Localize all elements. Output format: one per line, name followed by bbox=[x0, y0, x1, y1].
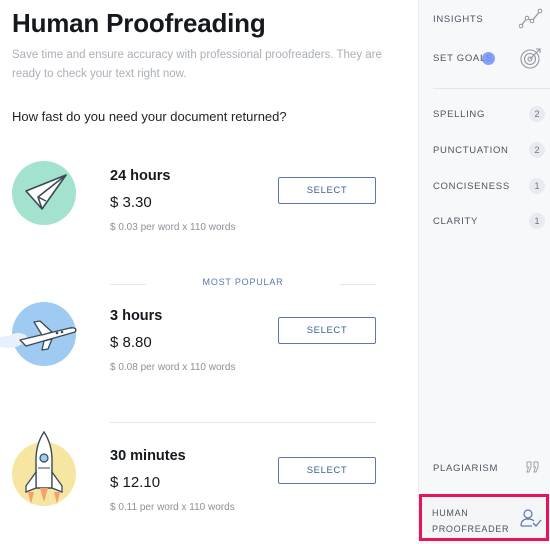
sidebar-item-label: INSIGHTS bbox=[433, 14, 484, 25]
sidebar-divider bbox=[433, 88, 550, 89]
proofreading-panel: Human Proofreading Save time and ensure … bbox=[0, 0, 418, 544]
page-subtitle: Save time and ensure accuracy with profe… bbox=[12, 49, 382, 80]
divider-line-right bbox=[340, 284, 376, 285]
divider bbox=[110, 422, 376, 423]
quote-icon bbox=[526, 461, 539, 473]
paper-plane-icon bbox=[12, 161, 76, 225]
airplane-icon bbox=[0, 302, 77, 366]
option-time: 24 hours bbox=[110, 168, 171, 184]
count-badge: 1 bbox=[529, 178, 545, 194]
option-30-minutes: 30 minutes $ 12.10 $ 0.11 per word x 110… bbox=[0, 430, 418, 544]
sidebar-item-label: CLARITY bbox=[433, 216, 479, 227]
option-rate: $ 0.08 per word x 110 words bbox=[110, 362, 236, 373]
most-popular-divider: MOST POPULAR bbox=[110, 277, 376, 291]
sidebar-item-human-proofreader[interactable]: HUMAN PROOFREADER bbox=[419, 494, 549, 541]
option-time: 30 minutes bbox=[110, 448, 186, 464]
select-3-hours-button[interactable]: SELECT bbox=[278, 317, 376, 344]
rocket-icon bbox=[12, 430, 76, 506]
select-30-minutes-button[interactable]: SELECT bbox=[278, 457, 376, 484]
count-badge: 2 bbox=[529, 142, 545, 158]
sidebar-item-label: PLAGIARISM bbox=[433, 463, 499, 474]
sidebar-item-label: CONCISENESS bbox=[433, 181, 510, 192]
trend-chart-icon bbox=[519, 8, 543, 29]
count-badge: 1 bbox=[529, 213, 545, 229]
label-line-2: PROOFREADER bbox=[432, 524, 510, 534]
label-line-1: HUMAN bbox=[432, 508, 469, 518]
sidebar-item-label: PUNCTUATION bbox=[433, 145, 509, 156]
turnaround-question: How fast do you need your document retur… bbox=[12, 109, 287, 124]
option-price: $ 3.30 bbox=[110, 194, 152, 211]
option-rate: $ 0.03 per word x 110 words bbox=[110, 222, 236, 233]
option-24-hours: 24 hours $ 3.30 $ 0.03 per word x 110 wo… bbox=[0, 161, 418, 278]
target-icon bbox=[520, 48, 541, 69]
notification-dot bbox=[482, 52, 495, 65]
page-title: Human Proofreading bbox=[12, 8, 266, 38]
option-price: $ 12.10 bbox=[110, 474, 161, 491]
option-rate: $ 0.11 per word x 110 words bbox=[110, 502, 235, 513]
sidebar-item-label: SPELLING bbox=[433, 109, 486, 120]
count-badge: 2 bbox=[529, 106, 545, 122]
option-price: $ 8.80 bbox=[110, 334, 152, 351]
option-3-hours: 3 hours $ 8.80 $ 0.08 per word x 110 wor… bbox=[0, 302, 418, 418]
option-time: 3 hours bbox=[110, 308, 163, 324]
select-24-hours-button[interactable]: SELECT bbox=[278, 177, 376, 204]
most-popular-label: MOST POPULAR bbox=[202, 277, 284, 287]
person-check-icon bbox=[520, 509, 542, 527]
sidebar: INSIGHTS SET GOALS SPELLING 2 PUNCTUATIO… bbox=[418, 0, 550, 544]
sidebar-item-label: HUMAN PROOFREADER bbox=[432, 505, 509, 537]
